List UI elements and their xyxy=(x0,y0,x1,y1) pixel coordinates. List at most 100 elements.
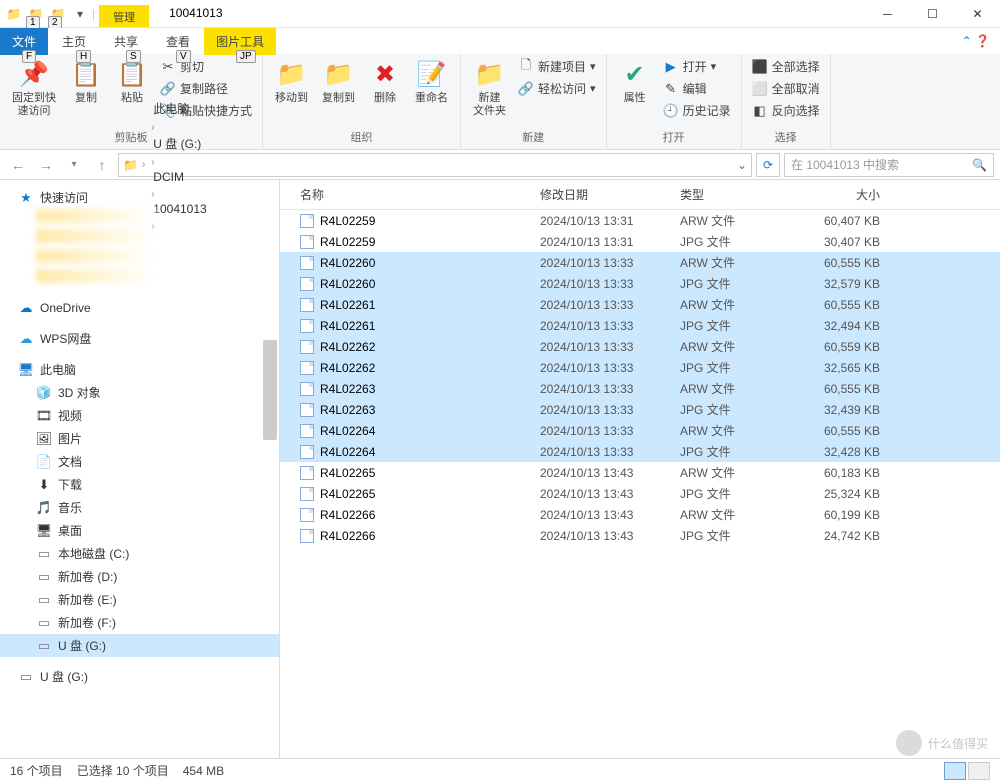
file-size: 25,324 KB xyxy=(800,487,900,501)
chevron-right-icon: › xyxy=(149,157,156,168)
address-bar[interactable]: 📁 › 此电脑›U 盘 (G:)›DCIM›10041013› ⌄ xyxy=(118,153,752,177)
tree-item[interactable]: ▭新加卷 (F:) xyxy=(0,611,279,634)
tree-label: 下载 xyxy=(58,476,82,493)
edit-button[interactable]: ✎编辑 xyxy=(659,78,735,99)
copy-button[interactable]: 📋复制 xyxy=(64,56,108,107)
file-date: 2024/10/13 13:33 xyxy=(540,361,680,375)
hidden-item xyxy=(36,249,156,263)
home-tab[interactable]: 主页 xyxy=(48,28,100,55)
ribbon-help-icon[interactable]: ⌃ ❓ xyxy=(952,30,1000,52)
tree-item[interactable]: 🎞视频 xyxy=(0,404,279,427)
copy-path-button[interactable]: 🔗复制路径 xyxy=(156,78,256,99)
ribbon-group-open: ✔属性 ▶打开 ▾ ✎编辑 🕘历史记录 打开 xyxy=(607,54,742,149)
open-button[interactable]: ▶打开 ▾ xyxy=(659,56,735,77)
file-row[interactable]: R4L02263 2024/10/13 13:33 JPG 文件 32,439 … xyxy=(280,399,1000,420)
tree-item[interactable]: 🖥桌面 xyxy=(0,519,279,542)
file-size: 60,183 KB xyxy=(800,466,900,480)
details-view-button[interactable] xyxy=(944,762,966,780)
new-folder-button[interactable]: 📁新建 文件夹 xyxy=(467,56,512,120)
file-row[interactable]: R4L02265 2024/10/13 13:43 ARW 文件 60,183 … xyxy=(280,462,1000,483)
tree-label: 本地磁盘 (C:) xyxy=(58,545,129,562)
file-type: JPG 文件 xyxy=(680,443,800,460)
file-type: ARW 文件 xyxy=(680,338,800,355)
file-date: 2024/10/13 13:33 xyxy=(540,319,680,333)
file-row[interactable]: R4L02265 2024/10/13 13:43 JPG 文件 25,324 … xyxy=(280,483,1000,504)
easy-access-button[interactable]: 🔗轻松访问 ▾ xyxy=(514,78,600,99)
scrollbar-thumb[interactable] xyxy=(263,340,277,440)
tree-item[interactable]: ⬇下载 xyxy=(0,473,279,496)
onedrive-node[interactable]: ☁OneDrive xyxy=(0,297,279,319)
minimize-button[interactable]: ─ xyxy=(865,0,910,27)
column-date[interactable]: 修改日期 xyxy=(540,186,680,203)
select-none-button[interactable]: ⬜全部取消 xyxy=(748,78,824,99)
recent-dropdown[interactable]: ▾ xyxy=(62,153,86,177)
moveto-button[interactable]: 📁移动到 xyxy=(269,56,314,107)
wps-node[interactable]: ☁WPS网盘 xyxy=(0,327,279,350)
up-button[interactable]: ↑ xyxy=(90,153,114,177)
pin-button[interactable]: 📌固定到快 速访问 xyxy=(6,56,62,120)
search-box[interactable]: 在 10041013 中搜索 🔍 xyxy=(784,153,994,177)
icons-view-button[interactable] xyxy=(968,762,990,780)
external-drive-node[interactable]: ▭U 盘 (G:) xyxy=(0,665,279,688)
file-name: R4L02265 xyxy=(320,487,375,501)
search-icon: 🔍 xyxy=(972,158,987,172)
history-button[interactable]: 🕘历史记录 xyxy=(659,100,735,121)
file-date: 2024/10/13 13:31 xyxy=(540,235,680,249)
tree-item[interactable]: ▭ 本地磁盘 (C:) xyxy=(0,542,279,565)
file-row[interactable]: R4L02266 2024/10/13 13:43 ARW 文件 60,199 … xyxy=(280,504,1000,525)
file-row[interactable]: R4L02264 2024/10/13 13:33 ARW 文件 60,555 … xyxy=(280,420,1000,441)
file-row[interactable]: R4L02259 2024/10/13 13:31 JPG 文件 30,407 … xyxy=(280,231,1000,252)
new-item-button[interactable]: 🗋新建项目 ▾ xyxy=(514,56,600,77)
delete-button[interactable]: ✖删除 xyxy=(363,56,407,107)
navigation-pane[interactable]: ★快速访问 ☁OneDrive ☁WPS网盘 🖥此电脑 🧊3D 对象🎞视频🖼图片… xyxy=(0,180,280,758)
file-row[interactable]: R4L02266 2024/10/13 13:43 JPG 文件 24,742 … xyxy=(280,525,1000,546)
breadcrumb-item[interactable]: U 盘 (G:) xyxy=(149,133,210,154)
column-name[interactable]: 名称 xyxy=(280,186,540,203)
maximize-button[interactable]: ☐ xyxy=(910,0,955,27)
forward-button[interactable]: → xyxy=(34,153,58,177)
back-button[interactable]: ← xyxy=(6,153,30,177)
file-row[interactable]: R4L02264 2024/10/13 13:33 JPG 文件 32,428 … xyxy=(280,441,1000,462)
file-date: 2024/10/13 13:33 xyxy=(540,424,680,438)
tree-item[interactable]: ▭U 盘 (G:) xyxy=(0,634,279,657)
rename-button[interactable]: 📝重命名 xyxy=(409,56,454,107)
file-row[interactable]: R4L02260 2024/10/13 13:33 JPG 文件 32,579 … xyxy=(280,273,1000,294)
column-type[interactable]: 类型 xyxy=(680,186,800,203)
address-dropdown-icon[interactable]: ⌄ xyxy=(737,158,747,172)
file-row[interactable]: R4L02259 2024/10/13 13:31 ARW 文件 60,407 … xyxy=(280,210,1000,231)
paste-button[interactable]: 📋粘贴 xyxy=(110,56,154,107)
file-row[interactable]: R4L02262 2024/10/13 13:33 JPG 文件 32,565 … xyxy=(280,357,1000,378)
close-button[interactable]: ✕ xyxy=(955,0,1000,27)
select-all-button[interactable]: ⬛全部选择 xyxy=(748,56,824,77)
invert-selection-button[interactable]: ◧反向选择 xyxy=(748,100,824,121)
manage-tab-label: 管理 xyxy=(99,5,149,27)
tree-item[interactable]: ▭新加卷 (E:) xyxy=(0,588,279,611)
file-row[interactable]: R4L02263 2024/10/13 13:33 ARW 文件 60,555 … xyxy=(280,378,1000,399)
tree-label: 桌面 xyxy=(58,522,82,539)
tree-item[interactable]: 🖼图片 xyxy=(0,427,279,450)
column-size[interactable]: 大小 xyxy=(800,186,900,203)
file-icon xyxy=(300,235,314,249)
tree-item[interactable]: 🎵音乐 xyxy=(0,496,279,519)
title-bar: 📁 📁 1 📁 2 ▾ | 管理 10041013 ─ ☐ ✕ xyxy=(0,0,1000,28)
tree-label: 文档 xyxy=(58,453,82,470)
file-row[interactable]: R4L02262 2024/10/13 13:33 ARW 文件 60,559 … xyxy=(280,336,1000,357)
tree-label: 新加卷 (E:) xyxy=(58,591,117,608)
this-pc-node[interactable]: 🖥此电脑 xyxy=(0,358,279,381)
copyto-button[interactable]: 📁复制到 xyxy=(316,56,361,107)
properties-button[interactable]: ✔属性 xyxy=(613,56,657,107)
file-date: 2024/10/13 13:43 xyxy=(540,487,680,501)
tree-item[interactable]: 🧊3D 对象 xyxy=(0,381,279,404)
column-headers[interactable]: 名称 修改日期 类型 大小 xyxy=(280,180,1000,210)
file-row[interactable]: R4L02260 2024/10/13 13:33 ARW 文件 60,555 … xyxy=(280,252,1000,273)
qat-dropdown-icon[interactable]: ▾ xyxy=(70,4,90,24)
quick-access-node[interactable]: ★快速访问 xyxy=(0,186,279,209)
select-label: 选择 xyxy=(748,127,824,147)
tree-item[interactable]: 📄文档 xyxy=(0,450,279,473)
refresh-button[interactable]: ⟳ xyxy=(756,153,780,177)
tree-icon: ▭ xyxy=(36,546,52,562)
breadcrumb-item[interactable]: 此电脑 xyxy=(149,98,210,119)
tree-item[interactable]: ▭新加卷 (D:) xyxy=(0,565,279,588)
file-row[interactable]: R4L02261 2024/10/13 13:33 JPG 文件 32,494 … xyxy=(280,315,1000,336)
file-row[interactable]: R4L02261 2024/10/13 13:33 ARW 文件 60,555 … xyxy=(280,294,1000,315)
